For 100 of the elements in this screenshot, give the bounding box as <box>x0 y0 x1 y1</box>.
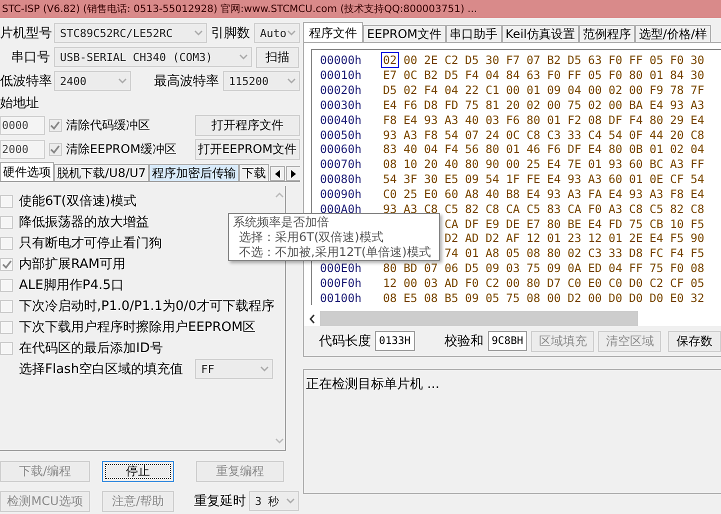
hex-byte[interactable]: 06 <box>444 261 458 275</box>
hex-byte[interactable]: AD <box>465 231 479 246</box>
port-select[interactable]: USB-SERIAL CH340 (COM3) <box>54 47 252 67</box>
hex-byte[interactable]: 60 <box>608 172 622 186</box>
hex-byte[interactable]: 01 <box>650 142 664 156</box>
hex-byte[interactable]: F5 <box>670 231 684 246</box>
hex-byte[interactable]: 00 <box>506 83 520 98</box>
hex-byte[interactable]: C3 <box>588 246 602 260</box>
hex-byte[interactable]: 10 <box>404 157 418 172</box>
hex-byte[interactable]: 75 <box>506 290 520 305</box>
hex-byte[interactable]: 00 <box>588 83 602 98</box>
hex-byte[interactable]: A3 <box>444 112 458 127</box>
hex-byte[interactable]: A3 <box>404 128 418 142</box>
hex-byte[interactable]: 93 <box>608 157 622 172</box>
hex-byte[interactable]: 93 <box>424 112 438 127</box>
hex-byte[interactable]: 0A <box>568 261 582 275</box>
hex-byte[interactable]: 75 <box>650 261 664 275</box>
hex-byte[interactable]: 20 <box>670 128 684 142</box>
hex-byte[interactable]: 08 <box>526 246 540 260</box>
hex-byte[interactable]: 83 <box>383 142 397 156</box>
hex-byte[interactable]: F7 <box>506 53 520 68</box>
hex-byte[interactable]: B2 <box>547 53 561 68</box>
hex-byte[interactable]: 54 <box>444 128 458 142</box>
hex-byte[interactable]: 0C <box>506 128 520 142</box>
hex-byte[interactable]: 54 <box>486 172 500 186</box>
hex-byte[interactable]: 02 <box>404 83 418 98</box>
hex-byte[interactable]: 00 <box>404 276 418 290</box>
hex-byte[interactable]: 05 <box>650 53 664 68</box>
hex-byte[interactable]: E4 <box>690 112 704 127</box>
hex-byte[interactable]: 04 <box>444 83 458 98</box>
hex-byte[interactable]: C8 <box>690 128 704 142</box>
hex-byte[interactable]: FA <box>588 186 602 201</box>
hex-byte[interactable]: 80 <box>526 276 540 290</box>
hex-byte[interactable]: F0 <box>608 53 622 68</box>
hex-byte[interactable]: 02 <box>588 98 602 112</box>
hex-byte[interactable]: DF <box>465 216 479 231</box>
hex-byte[interactable]: FD <box>444 98 458 112</box>
hex-byte[interactable]: 00 <box>547 290 561 305</box>
hex-byte[interactable]: 00 <box>629 83 643 98</box>
hex-byte[interactable]: 00 <box>506 157 520 172</box>
hex-byte[interactable]: D5 <box>568 53 582 68</box>
hex-byte[interactable]: 93 <box>383 128 397 142</box>
hex-byte[interactable]: BC <box>650 157 664 172</box>
hex-byte[interactable]: 80 <box>383 261 397 275</box>
hex-byte[interactable]: F5 <box>690 246 704 260</box>
hex-byte[interactable]: 08 <box>383 290 397 305</box>
hex-byte[interactable]: 90 <box>486 157 500 172</box>
hex-byte[interactable]: A3 <box>650 186 664 201</box>
hex-byte[interactable]: 01 <box>506 142 520 156</box>
hex-byte[interactable]: 80 <box>547 246 561 260</box>
hex-byte[interactable]: F8 <box>670 186 684 201</box>
hex-byte[interactable]: 02 <box>381 52 399 68</box>
hex-byte[interactable]: 75 <box>526 261 540 275</box>
hex-byte[interactable]: 84 <box>506 68 520 82</box>
hex-byte[interactable]: CA <box>444 216 458 231</box>
hex-byte[interactable]: FC <box>650 246 664 260</box>
hex-byte[interactable]: 23 <box>568 231 582 246</box>
hex-byte[interactable]: B8 <box>506 186 520 201</box>
hex-byte[interactable]: E4 <box>383 98 397 112</box>
hex-byte[interactable]: F0 <box>547 68 561 82</box>
hex-byte[interactable]: 12 <box>526 231 540 246</box>
hex-byte[interactable]: 09 <box>547 261 561 275</box>
hex-byte[interactable]: E0 <box>670 290 684 305</box>
fill-value-select[interactable]: FF <box>195 359 274 379</box>
action-button[interactable]: 停止 <box>102 461 174 482</box>
hex-byte[interactable]: C8 <box>690 202 704 216</box>
open-file-button[interactable]: 打开EEPROM文件 <box>194 138 300 160</box>
hex-byte[interactable]: 05 <box>690 276 704 290</box>
hex-byte[interactable]: FD <box>608 216 622 231</box>
hex-byte[interactable]: 54 <box>690 172 704 186</box>
hex-byte[interactable]: E4 <box>650 98 664 112</box>
hex-byte[interactable]: 12 <box>588 231 602 246</box>
hex-byte[interactable]: 12 <box>383 276 397 290</box>
hex-byte[interactable]: C5 <box>444 202 458 216</box>
hex-byte[interactable]: 80 <box>629 68 643 82</box>
hex-byte[interactable]: 09 <box>465 290 479 305</box>
hex-byte[interactable]: 05 <box>506 246 520 260</box>
chip-select[interactable]: STC89C52RC/LE52RC <box>54 23 207 43</box>
hex-byte[interactable]: D0 <box>650 290 664 305</box>
hex-byte[interactable]: 00 <box>588 290 602 305</box>
delay-select[interactable]: 3 秒 <box>249 491 299 511</box>
hex-byte[interactable]: F0 <box>608 68 622 82</box>
hex-byte[interactable]: 30 <box>424 172 438 186</box>
hex-byte[interactable]: A8 <box>465 186 479 201</box>
hex-byte[interactable]: C5 <box>526 202 540 216</box>
hex-byte[interactable]: 80 <box>608 142 622 156</box>
action-button[interactable]: 保存数 <box>668 330 721 352</box>
hex-byte[interactable]: 20 <box>506 98 520 112</box>
hex-byte[interactable]: 40 <box>404 142 418 156</box>
hex-byte[interactable]: 04 <box>424 142 438 156</box>
hex-byte[interactable]: 01 <box>465 246 479 260</box>
hex-byte[interactable]: 07 <box>465 128 479 142</box>
hex-byte[interactable]: A3 <box>588 172 602 186</box>
hex-byte[interactable]: C8 <box>486 202 500 216</box>
hex-byte[interactable]: 10 <box>670 216 684 231</box>
hex-byte[interactable]: 03 <box>486 112 500 127</box>
hex-byte[interactable]: 2E <box>424 53 438 68</box>
hex-byte[interactable]: 03 <box>424 276 438 290</box>
hex-byte[interactable]: 03 <box>506 261 520 275</box>
hex-byte[interactable]: 25 <box>404 186 418 201</box>
